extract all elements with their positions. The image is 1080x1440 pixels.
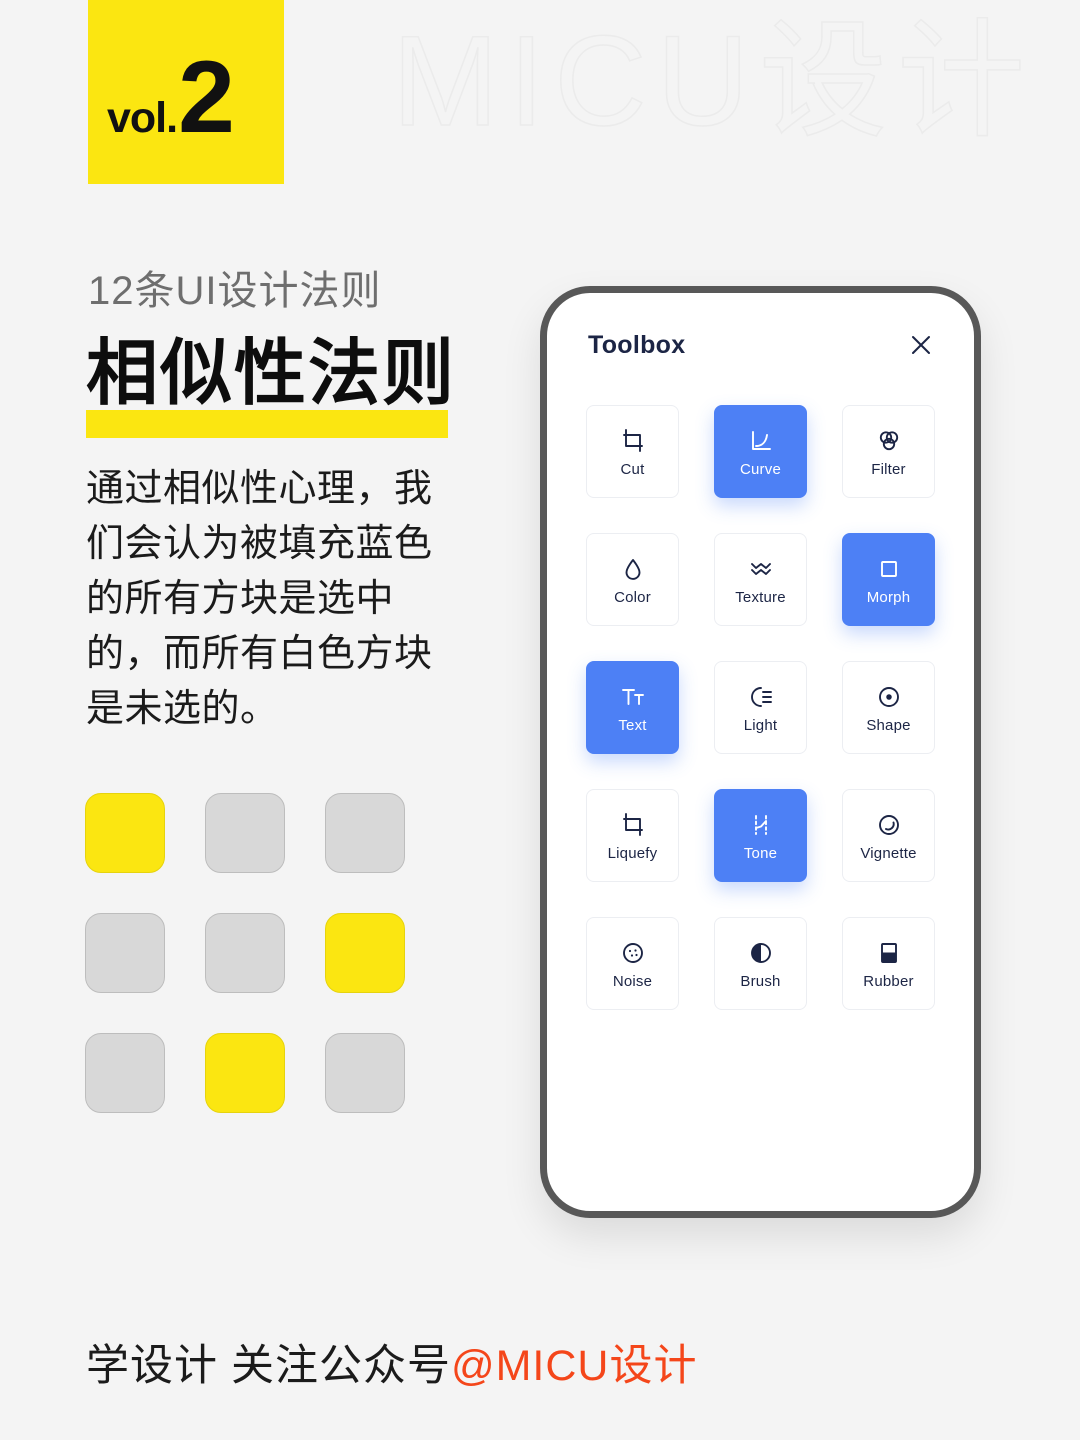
tool-tile-light[interactable]: Light — [714, 661, 807, 754]
grid-square-unselected[interactable] — [325, 793, 405, 873]
footer-text: 学设计 关注公众号 — [86, 1342, 451, 1390]
tool-label: Cut — [620, 460, 645, 478]
grid-square-unselected[interactable] — [205, 793, 285, 873]
grid-square-selected[interactable] — [205, 1033, 285, 1113]
tool-tile-vignette[interactable]: Vignette — [842, 789, 935, 882]
tool-label: Rubber — [863, 972, 914, 990]
crop-icon — [620, 811, 646, 839]
shape-icon — [876, 683, 902, 711]
text-icon — [620, 683, 646, 711]
tool-label: Filter — [871, 460, 906, 478]
subtitle: 12条UI设计法则 — [88, 269, 382, 313]
tool-tile-filter[interactable]: Filter — [842, 405, 935, 498]
texture-icon — [748, 555, 774, 583]
toolbox-grid: Cut Curve Filter Color Texture Morph Text Light… — [586, 405, 935, 1010]
tool-label: Text — [618, 716, 647, 734]
tool-tile-rubber[interactable]: Rubber — [842, 917, 935, 1010]
similarity-squares-grid — [85, 793, 405, 1113]
volume-badge-number: 2 — [178, 40, 235, 154]
tool-tile-cut[interactable]: Cut — [586, 405, 679, 498]
grid-square-unselected[interactable] — [325, 1033, 405, 1113]
grid-square-unselected[interactable] — [205, 913, 285, 993]
tool-tile-tone[interactable]: Tone — [714, 789, 807, 882]
toolbox-title: Toolbox — [588, 330, 686, 359]
tool-label: Color — [614, 588, 651, 606]
grid-square-unselected[interactable] — [85, 1033, 165, 1113]
footer-credit: 学设计 关注公众号@MICU设计 — [86, 1331, 697, 1393]
filter-icon — [876, 427, 902, 455]
tool-label: Shape — [866, 716, 911, 734]
square-icon — [876, 555, 902, 583]
droplet-icon — [620, 555, 646, 583]
light-icon — [748, 683, 774, 711]
vignette-icon — [876, 811, 902, 839]
tool-label: Brush — [740, 972, 781, 990]
tool-tile-brush[interactable]: Brush — [714, 917, 807, 1010]
watermark-brand-text: MICU设计 — [391, 10, 1036, 153]
volume-badge: vol. 2 — [88, 0, 284, 184]
tool-tile-curve[interactable]: Curve — [714, 405, 807, 498]
page-title-wrap: 相似性法则 — [86, 334, 457, 438]
brush-icon — [748, 939, 774, 967]
tool-label: Curve — [739, 460, 781, 478]
rubber-icon — [876, 939, 902, 967]
tool-label: Morph — [866, 588, 911, 606]
grid-square-selected[interactable] — [325, 913, 405, 993]
page-title: 相似性法则 — [86, 334, 457, 414]
volume-badge-word: vol. — [107, 94, 178, 142]
tool-tile-noise[interactable]: Noise — [586, 917, 679, 1010]
close-icon[interactable] — [906, 330, 936, 360]
curve-icon — [748, 427, 774, 455]
tool-label: Noise — [612, 972, 653, 990]
noise-icon — [620, 939, 646, 967]
tool-tile-liquefy[interactable]: Liquefy — [586, 789, 679, 882]
tool-label: Vignette — [860, 844, 917, 862]
volume-badge-inner: vol. 2 — [107, 40, 235, 154]
headline-highlight-bar — [86, 410, 448, 438]
tool-label: Liquefy — [607, 844, 658, 862]
tool-tile-shape[interactable]: Shape — [842, 661, 935, 754]
tool-tile-texture[interactable]: Texture — [714, 533, 807, 626]
tool-tile-color[interactable]: Color — [586, 533, 679, 626]
tone-icon — [748, 811, 774, 839]
tool-tile-text[interactable]: Text — [586, 661, 679, 754]
tool-tile-morph[interactable]: Morph — [842, 533, 935, 626]
crop-icon — [620, 427, 646, 455]
tool-label: Tone — [743, 844, 778, 862]
toolbox-header: Toolbox — [547, 325, 974, 365]
phone-mockup: Toolbox Cut Curve Filter Color Texture Morph T… — [540, 286, 981, 1218]
footer-handle: @MICU设计 — [450, 1342, 698, 1390]
grid-square-unselected[interactable] — [85, 913, 165, 993]
tool-label: Texture — [735, 588, 786, 606]
grid-square-selected[interactable] — [85, 793, 165, 873]
tool-label: Light — [743, 716, 778, 734]
body-paragraph: 通过相似性心理，我们会认为被填充蓝色的所有方块是选中的，而所有白色方块是未选的。 — [86, 468, 433, 730]
